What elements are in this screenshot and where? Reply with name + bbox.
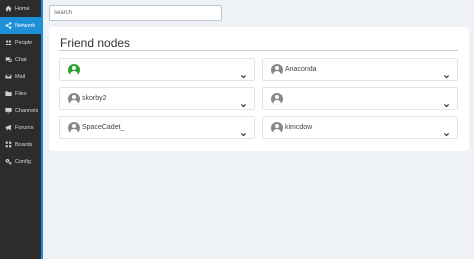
friend-node-item[interactable]: skorby2 bbox=[59, 87, 255, 110]
sidebar-item-people[interactable]: People bbox=[0, 34, 43, 51]
friend-node-name: Anaconda bbox=[285, 66, 317, 73]
sidebar-item-label: Network bbox=[15, 22, 36, 29]
user-avatar-icon bbox=[271, 122, 283, 134]
friend-node-item[interactable] bbox=[262, 87, 458, 110]
friend-node-item[interactable]: kimcdow bbox=[262, 116, 458, 139]
friend-node-name: kimcdow bbox=[285, 124, 313, 131]
page-title: Friend nodes bbox=[60, 36, 131, 50]
user-avatar-icon bbox=[68, 122, 80, 134]
sidebar: Home Network People Chat Mail Files Chan… bbox=[0, 0, 43, 259]
chevron-down-icon[interactable] bbox=[240, 96, 247, 108]
friend-node-item[interactable] bbox=[59, 58, 255, 81]
users-icon bbox=[5, 39, 12, 46]
sidebar-item-label: Forums bbox=[15, 124, 34, 131]
sidebar-item-label: Config bbox=[15, 158, 31, 165]
sidebar-item-chat[interactable]: Chat bbox=[0, 51, 43, 68]
sidebar-item-label: Files bbox=[15, 90, 27, 97]
sidebar-item-boards[interactable]: Boards bbox=[0, 136, 43, 153]
gears-icon bbox=[5, 158, 12, 165]
sidebar-item-channels[interactable]: Channels bbox=[0, 102, 43, 119]
chevron-down-icon[interactable] bbox=[443, 67, 450, 79]
sidebar-item-label: Channels bbox=[15, 107, 39, 114]
chevron-down-icon[interactable] bbox=[240, 67, 247, 79]
chat-icon bbox=[5, 56, 12, 63]
friend-node-name: skorby2 bbox=[82, 95, 107, 102]
sidebar-item-files[interactable]: Files bbox=[0, 85, 43, 102]
sidebar-item-network[interactable]: Network bbox=[0, 17, 43, 34]
sidebar-item-forums[interactable]: Forums bbox=[0, 119, 43, 136]
friend-nodes-panel: Friend nodes Anaconda skorby2 SpaceCadet… bbox=[49, 27, 469, 151]
folder-icon bbox=[5, 90, 12, 97]
share-icon bbox=[5, 22, 12, 29]
friend-node-name: SpaceCadet_ bbox=[82, 124, 125, 131]
mail-icon bbox=[5, 73, 12, 80]
megaphone-icon bbox=[5, 124, 12, 131]
search-input[interactable] bbox=[49, 5, 222, 21]
user-avatar-icon bbox=[271, 93, 283, 105]
sidebar-item-label: Chat bbox=[15, 56, 27, 63]
user-avatar-icon bbox=[68, 64, 80, 76]
sidebar-item-label: Boards bbox=[15, 141, 33, 148]
boards-icon bbox=[5, 141, 12, 148]
chevron-down-icon[interactable] bbox=[443, 125, 450, 137]
sidebar-item-label: Home bbox=[15, 5, 30, 12]
sidebar-item-label: Mail bbox=[15, 73, 26, 80]
chevron-down-icon[interactable] bbox=[443, 96, 450, 108]
user-avatar-icon bbox=[271, 64, 283, 76]
home-icon bbox=[5, 5, 12, 12]
friend-node-item[interactable]: SpaceCadet_ bbox=[59, 116, 255, 139]
monitor-icon bbox=[5, 107, 12, 114]
sidebar-item-config[interactable]: Config bbox=[0, 153, 43, 170]
sidebar-item-mail[interactable]: Mail bbox=[0, 68, 43, 85]
title-divider bbox=[59, 50, 458, 51]
friend-node-item[interactable]: Anaconda bbox=[262, 58, 458, 81]
sidebar-item-label: People bbox=[15, 39, 33, 46]
sidebar-item-home[interactable]: Home bbox=[0, 0, 43, 17]
user-avatar-icon bbox=[68, 93, 80, 105]
chevron-down-icon[interactable] bbox=[240, 125, 247, 137]
